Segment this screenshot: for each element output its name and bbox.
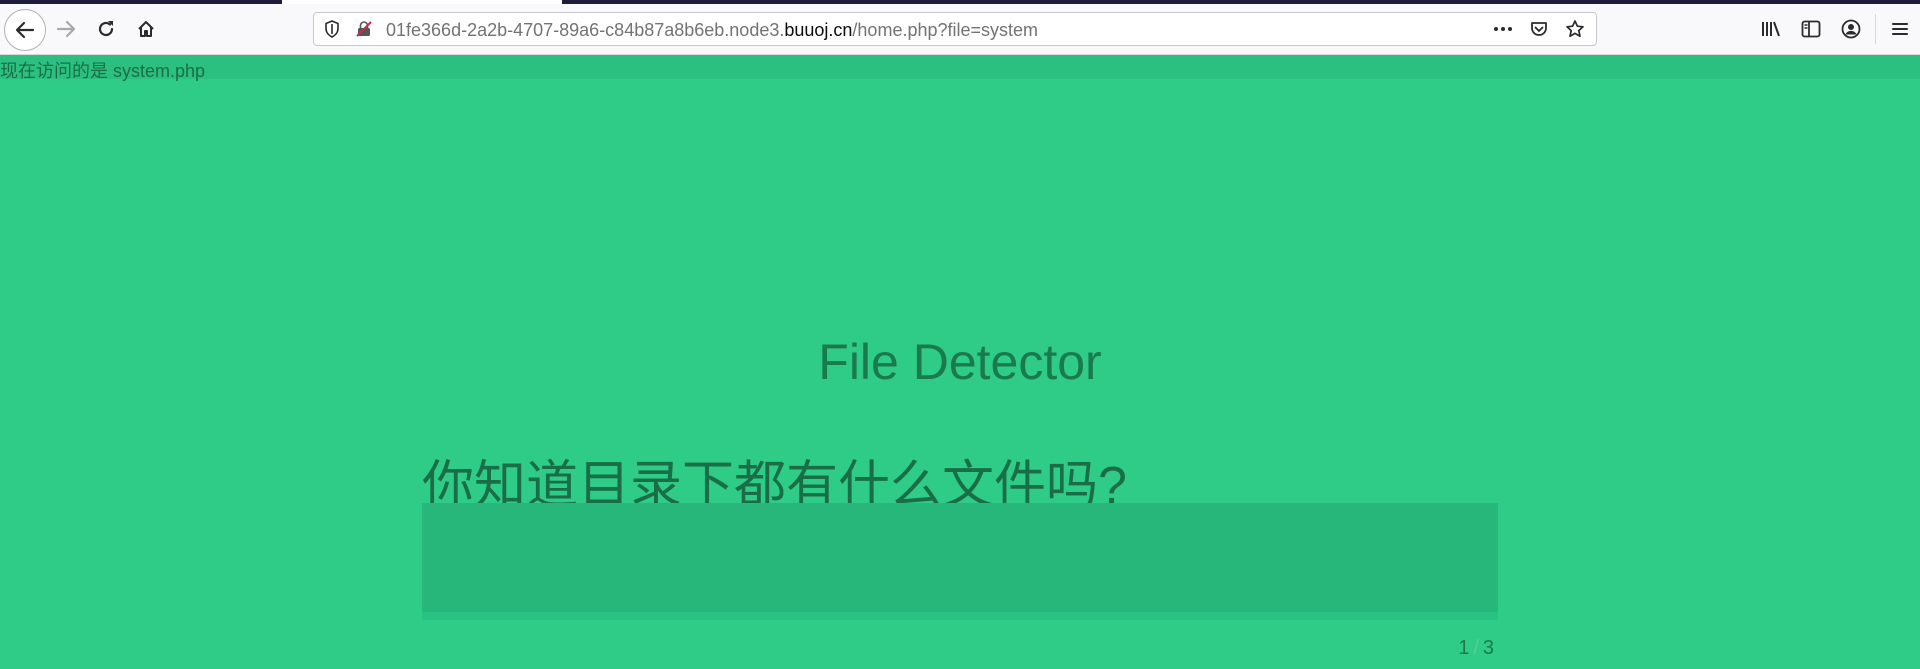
tracking-protection-icon[interactable] — [322, 19, 342, 39]
browser-toolbar: 01fe366d-2a2b-4707-89a6-c84b87a8b6eb.nod… — [0, 4, 1920, 55]
url-prefix: 01fe366d-2a2b-4707-89a6-c84b87a8b6eb.nod… — [386, 20, 785, 40]
reload-icon — [98, 21, 114, 37]
toolbar-divider — [1875, 14, 1876, 44]
forward-button[interactable] — [50, 13, 82, 45]
url-actions — [1492, 18, 1586, 40]
page-title: File Detector — [818, 334, 1102, 390]
url-path: /home.php?file=system — [852, 20, 1039, 40]
notice-bar — [0, 55, 1920, 79]
pager-current: 1 — [1458, 637, 1470, 659]
more-actions-icon[interactable] — [1492, 18, 1514, 40]
library-icon[interactable] — [1751, 13, 1791, 45]
url-domain: buuoj.cn — [784, 20, 853, 40]
sidebar-icon[interactable] — [1791, 13, 1831, 45]
account-icon[interactable] — [1831, 13, 1871, 45]
arrow-left-icon — [15, 21, 35, 39]
home-button[interactable] — [130, 13, 162, 45]
back-button[interactable] — [4, 9, 46, 51]
insecure-lock-icon[interactable] — [354, 19, 374, 39]
menu-icon[interactable] — [1880, 13, 1920, 45]
page-content: 现在访问的是 system.php File Detector 你知道目录下都有… — [0, 55, 1920, 669]
pager-total: 3 — [1482, 637, 1494, 659]
slide-pager: 1/3 — [1440, 637, 1494, 660]
pocket-icon[interactable] — [1528, 18, 1550, 40]
pager-separator: / — [1473, 637, 1479, 659]
home-icon — [138, 21, 154, 37]
bookmark-star-icon[interactable] — [1564, 18, 1586, 40]
reload-button[interactable] — [90, 13, 122, 45]
toolbar-right — [1751, 13, 1920, 45]
notice-text: 现在访问的是 system.php — [0, 61, 206, 81]
arrow-right-icon — [56, 20, 76, 38]
url-text[interactable]: 01fe366d-2a2b-4707-89a6-c84b87a8b6eb.nod… — [386, 20, 1038, 41]
url-bar[interactable]: 01fe366d-2a2b-4707-89a6-c84b87a8b6eb.nod… — [313, 12, 1597, 46]
answer-input[interactable] — [422, 503, 1498, 620]
